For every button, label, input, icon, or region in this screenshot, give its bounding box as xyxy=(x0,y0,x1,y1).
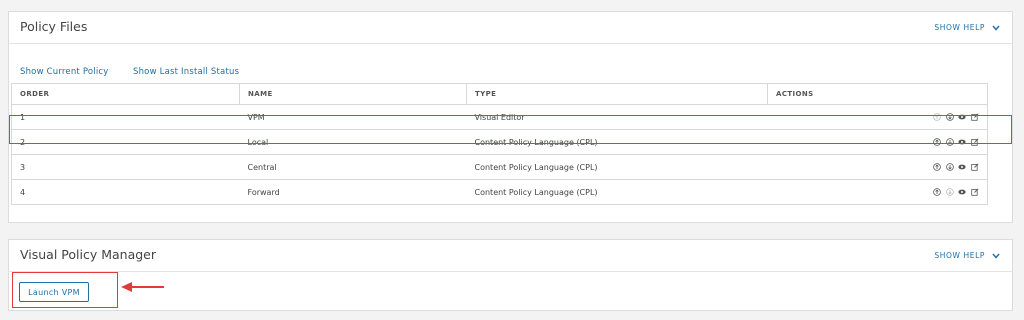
cell-type: Content Policy Language (CPL) xyxy=(466,179,768,205)
eye-icon[interactable] xyxy=(958,113,967,121)
table-row[interactable]: 2 Local Content Policy Language (CPL) xyxy=(11,129,988,155)
vpm-show-help[interactable]: SHOW HELP xyxy=(934,251,1000,262)
policy-files-title: Policy Files xyxy=(20,19,88,34)
eye-icon[interactable] xyxy=(958,138,967,146)
cell-name: Central xyxy=(239,154,467,180)
cell-order: 1 xyxy=(11,104,240,130)
cell-type: Content Policy Language (CPL) xyxy=(466,129,768,155)
cell-actions xyxy=(767,129,988,155)
eye-icon[interactable] xyxy=(958,188,967,196)
cell-name: Forward xyxy=(239,179,467,205)
cell-order: 4 xyxy=(11,179,240,205)
chevron-down-icon xyxy=(992,24,1000,34)
visual-policy-manager-card: Visual Policy Manager SHOW HELP xyxy=(8,239,1013,311)
eye-icon[interactable] xyxy=(958,163,967,171)
policy-files-header: Policy Files SHOW HELP xyxy=(9,12,1012,44)
show-last-install-status-link[interactable]: Show Last Install Status xyxy=(133,67,239,77)
cell-name: Local xyxy=(239,129,467,155)
cell-actions xyxy=(767,104,988,130)
vpm-header: Visual Policy Manager SHOW HELP xyxy=(9,240,1012,272)
show-help-label: SHOW HELP xyxy=(934,23,986,32)
header-name[interactable]: NAME xyxy=(239,83,467,105)
header-actions: ACTIONS xyxy=(767,83,988,105)
edit-icon[interactable] xyxy=(971,113,979,121)
show-current-policy-link[interactable]: Show Current Policy xyxy=(20,67,109,77)
cell-actions xyxy=(767,179,988,205)
table-header-row: ORDER NAME TYPE ACTIONS xyxy=(11,83,988,105)
cell-order: 2 xyxy=(11,129,240,155)
show-help-label: SHOW HELP xyxy=(934,251,986,260)
header-type[interactable]: TYPE xyxy=(466,83,768,105)
chevron-down-icon xyxy=(992,252,1000,262)
table-row[interactable]: 4 Forward Content Policy Language (CPL) xyxy=(11,179,988,205)
policy-files-table: ORDER NAME TYPE ACTIONS 1 VPM Visual Edi… xyxy=(11,83,988,205)
policy-files-show-help[interactable]: SHOW HELP xyxy=(934,23,1000,34)
upload-icon[interactable] xyxy=(933,163,942,171)
upload-icon[interactable] xyxy=(933,188,942,196)
arrow-left-icon xyxy=(121,282,164,292)
download-icon[interactable] xyxy=(946,188,954,196)
download-icon[interactable] xyxy=(946,163,954,171)
cell-type: Content Policy Language (CPL) xyxy=(466,154,768,180)
edit-icon[interactable] xyxy=(971,188,979,196)
table-row[interactable]: 1 VPM Visual Editor xyxy=(11,104,988,130)
vpm-title: Visual Policy Manager xyxy=(20,247,157,262)
cell-name: VPM xyxy=(239,104,467,130)
launch-vpm-button[interactable]: Launch VPM xyxy=(19,282,89,302)
edit-icon[interactable] xyxy=(971,163,979,171)
cell-actions xyxy=(767,154,988,180)
download-icon[interactable] xyxy=(946,113,954,121)
table-row[interactable]: 3 Central Content Policy Language (CPL) xyxy=(11,154,988,180)
upload-icon[interactable] xyxy=(933,138,942,146)
upload-icon[interactable] xyxy=(933,113,942,121)
cell-order: 3 xyxy=(11,154,240,180)
edit-icon[interactable] xyxy=(971,138,979,146)
cell-type: Visual Editor xyxy=(466,104,768,130)
header-order[interactable]: ORDER xyxy=(11,83,240,105)
download-icon[interactable] xyxy=(946,138,954,146)
